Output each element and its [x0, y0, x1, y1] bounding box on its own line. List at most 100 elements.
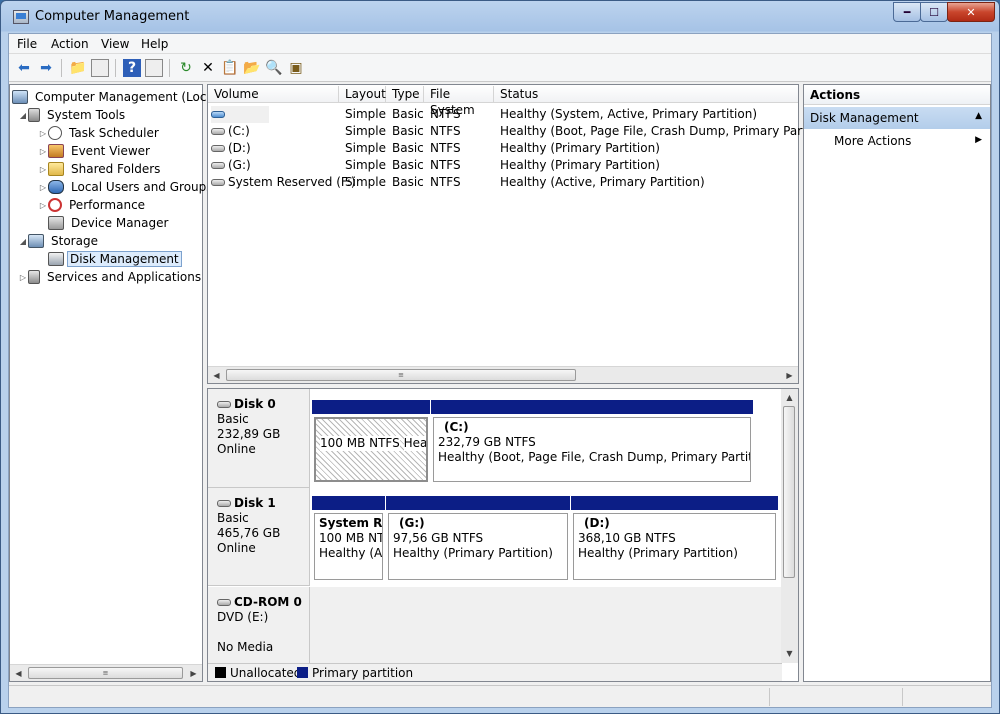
volume-cell [211, 106, 269, 123]
layout-cell: Simple [345, 107, 386, 121]
fs-cell: NTFS [430, 158, 461, 172]
open-folder-icon[interactable]: 📂 [243, 59, 261, 77]
partition-g-drive[interactable]: (G:) 97,56 GB NTFS Healthy (Primary Part… [386, 496, 570, 582]
delete-icon[interactable]: ✕ [199, 59, 217, 77]
back-icon[interactable]: ⬅ [15, 59, 33, 77]
show-hide-tree-icon[interactable] [91, 59, 109, 77]
tree-item-device-manager[interactable]: Device Manager [48, 214, 172, 232]
computer-management-icon [13, 10, 29, 24]
volume-row[interactable]: (C:) Simple Basic NTFS Healthy (Boot, Pa… [208, 123, 838, 140]
partition-status: Healthy (Boot, Page File, Crash Dump, Pr… [438, 450, 751, 464]
forward-icon[interactable]: ➡ [37, 59, 55, 77]
actions-header: Actions [804, 85, 990, 105]
up-folder-icon[interactable]: 📁 [69, 59, 87, 77]
legend: Unallocated Primary partition [208, 663, 782, 681]
tree-item-system-tools[interactable]: ◢ System Tools [18, 106, 129, 124]
tree-horizontal-scrollbar[interactable]: ◀ ≡ ▶ [10, 664, 202, 681]
search-icon[interactable]: 🔍 [265, 59, 283, 77]
volume-row[interactable]: (D:) Simple Basic NTFS Healthy (Primary … [208, 140, 798, 157]
tree-item-performance[interactable]: ▷ Performance [38, 196, 149, 214]
tree-item-services-applications[interactable]: ▷ Services and Applications [18, 268, 205, 286]
help-icon[interactable]: ? [123, 59, 141, 77]
minimize-button[interactable]: ━ [893, 2, 921, 22]
tree-item-disk-management[interactable]: Disk Management [48, 250, 182, 268]
tree-item-storage[interactable]: ◢ Storage [18, 232, 102, 250]
scroll-thumb[interactable]: ≡ [226, 369, 576, 381]
submenu-arrow-icon[interactable]: ▶ [975, 135, 982, 145]
menu-action[interactable]: Action [51, 37, 89, 51]
toolbar-separator [169, 59, 170, 77]
disk-1-info[interactable]: Disk 1 Basic 465,76 GB Online [208, 488, 310, 586]
volume-icon [211, 128, 225, 135]
partition-label: System Re [319, 516, 383, 530]
tree-item-event-viewer[interactable]: ▷ Event Viewer [38, 142, 154, 160]
disk-0-state: Online [217, 442, 256, 456]
status-cell: Healthy (Active, Primary Partition) [500, 175, 705, 189]
fs-cell: NTFS [430, 141, 461, 155]
maximize-button[interactable]: ☐ [920, 2, 948, 22]
collapse-up-icon[interactable]: ▲ [975, 111, 982, 121]
cdrom-0-info[interactable]: CD-ROM 0 DVD (E:) No Media [208, 587, 310, 663]
status-cell: Healthy (System, Active, Primary Partiti… [500, 107, 758, 121]
partition-d-drive[interactable]: (D:) 368,10 GB NTFS Healthy (Primary Par… [571, 496, 778, 582]
volume-list-horizontal-scrollbar[interactable]: ◀ ≡ ▶ [208, 366, 798, 383]
volume-icon [211, 145, 225, 152]
expand-arrow-icon[interactable]: ▷ [38, 183, 48, 192]
scroll-thumb[interactable] [783, 406, 795, 578]
expand-arrow-icon[interactable]: ▷ [18, 273, 28, 282]
scroll-right-icon[interactable]: ▶ [185, 665, 202, 681]
column-layout[interactable]: Layout [339, 86, 386, 102]
expand-arrow-icon[interactable]: ▷ [38, 201, 48, 210]
tree-item-local-users[interactable]: ▷ Local Users and Groups [38, 178, 217, 196]
scroll-right-icon[interactable]: ▶ [781, 367, 798, 383]
close-button[interactable]: ✕ [947, 2, 995, 22]
partition-c-drive[interactable]: (C:) 232,79 GB NTFS Healthy (Boot, Page … [431, 400, 753, 484]
tree-item-shared-folders[interactable]: ▷ Shared Folders [38, 160, 164, 178]
collapse-arrow-icon[interactable]: ◢ [18, 111, 28, 120]
refresh-icon[interactable]: ↻ [177, 59, 195, 77]
volume-row[interactable]: (G:) Simple Basic NTFS Healthy (Primary … [208, 157, 798, 174]
scroll-left-icon[interactable]: ◀ [208, 367, 225, 383]
computer-icon [12, 90, 28, 104]
title-bar[interactable]: Computer Management ━ ☐ ✕ [1, 1, 999, 33]
scroll-up-icon[interactable]: ▲ [781, 389, 798, 405]
tree-item-task-scheduler[interactable]: ▷ Task Scheduler [38, 124, 163, 142]
show-hide-action-pane-icon[interactable] [145, 59, 163, 77]
disk-1-size: 465,76 GB [217, 526, 281, 540]
partition-label: (C:) [444, 420, 469, 434]
column-type[interactable]: Type [386, 86, 424, 102]
menu-view[interactable]: View [101, 37, 129, 51]
tree-item-computer-management[interactable]: Computer Management (Local [12, 88, 221, 106]
column-file-system[interactable]: File System [424, 86, 494, 117]
disk-settings-icon[interactable]: ▣ [287, 59, 305, 77]
volume-row[interactable]: Simple Basic NTFS Healthy (System, Activ… [208, 106, 798, 123]
legend-swatch [297, 667, 308, 678]
fs-cell: NTFS [430, 175, 461, 189]
menu-file[interactable]: File [17, 37, 37, 51]
more-actions-item[interactable]: More Actions [834, 134, 911, 148]
volume-cell: (G:) [211, 157, 251, 174]
cdrom-0-state: No Media [217, 640, 274, 654]
actions-section-disk-management[interactable]: Disk Management ▲ [804, 107, 990, 129]
properties-icon[interactable]: 📋 [221, 59, 239, 77]
column-volume[interactable]: Volume [208, 86, 339, 102]
disk-1-row: Disk 1 Basic 465,76 GB Online System Re … [208, 488, 782, 586]
disk-1-name: Disk 1 [234, 496, 276, 510]
disk-0-type: Basic [217, 412, 249, 426]
expand-arrow-icon[interactable]: ▷ [38, 129, 48, 138]
scroll-down-icon[interactable]: ▼ [781, 645, 798, 661]
expand-arrow-icon[interactable]: ▷ [38, 165, 48, 174]
expand-arrow-icon[interactable]: ▷ [38, 147, 48, 156]
collapse-arrow-icon[interactable]: ◢ [18, 237, 28, 246]
volume-row[interactable]: System Reserved (F:) Simple Basic NTFS H… [208, 174, 798, 191]
disk-view-vertical-scrollbar[interactable]: ▲ ▼ [781, 389, 798, 663]
scroll-thumb[interactable]: ≡ [28, 667, 183, 679]
disk-0-info[interactable]: Disk 0 Basic 232,89 GB Online [208, 389, 310, 488]
partition-system-reserved-disk0[interactable]: 100 MB NTFS Healthy (System, Ac [312, 400, 430, 484]
layout-cell: Simple [345, 175, 386, 189]
column-status[interactable]: Status [494, 86, 798, 102]
menu-help[interactable]: Help [141, 37, 168, 51]
partition-system-reserved-f[interactable]: System Re 100 MB NT Healthy (Ac [312, 496, 385, 582]
partition-status: Healthy (Ac [319, 546, 383, 560]
scroll-left-icon[interactable]: ◀ [10, 665, 27, 681]
